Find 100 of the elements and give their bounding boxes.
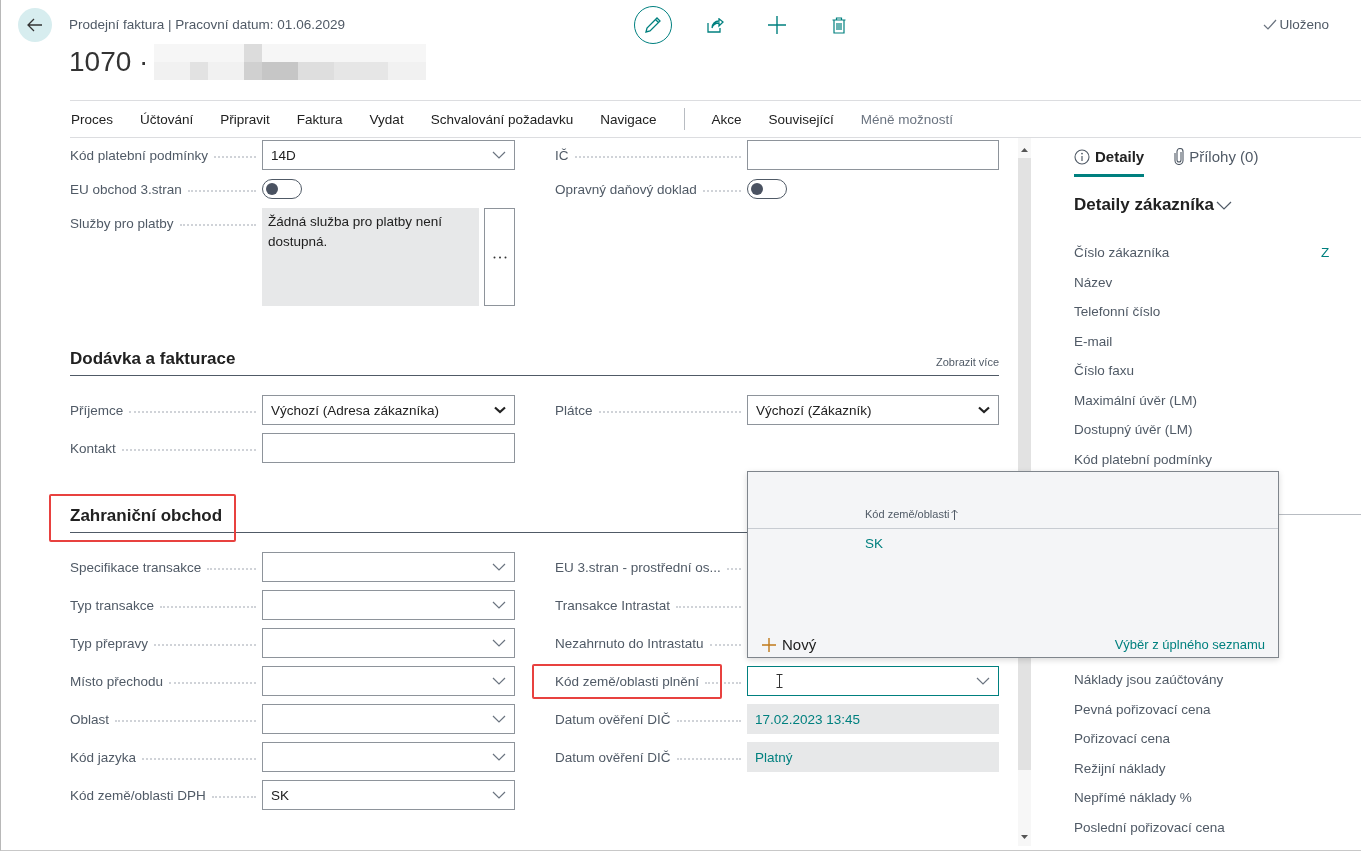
field-label: Nezahrnuto do Intrastatu <box>555 635 704 651</box>
chevron-down-icon <box>492 715 506 723</box>
action-menu-item[interactable]: Navigace <box>600 111 657 127</box>
dropdown-field[interactable]: 14D <box>262 140 515 170</box>
dropdown-field[interactable]: Výchozí (Adresa zákazníka) <box>262 395 515 425</box>
chevron-down-icon <box>492 601 506 609</box>
chevron-down-icon <box>492 151 506 159</box>
chevron-down-icon <box>492 791 506 799</box>
detail-label: Pevná pořizovací cena <box>1074 701 1212 717</box>
dropdown-field[interactable] <box>262 666 515 696</box>
detail-label: Název <box>1074 274 1114 290</box>
plus-icon <box>762 637 776 652</box>
detail-label: Náklady jsou zaúčtovány <box>1074 672 1225 688</box>
field-label: Datum ověření DIČ <box>555 711 671 727</box>
input-field[interactable] <box>747 140 999 170</box>
detail-label: Číslo faxu <box>1074 363 1136 379</box>
chevron-down-icon[interactable] <box>1215 200 1232 210</box>
section-title: Dodávka a fakturace <box>70 349 236 370</box>
field-label: Transakce Intrastat <box>555 597 671 613</box>
dropdown-field[interactable]: SK <box>262 780 515 810</box>
field-label: Kód země/oblasti DPH <box>70 787 206 803</box>
field-label: Oblast <box>70 711 110 727</box>
detail-label: E-mail <box>1074 333 1114 349</box>
record-title: 1070 · <box>69 46 149 78</box>
plus-icon <box>768 16 786 34</box>
field-label: Služby pro platby <box>70 215 174 231</box>
detail-label: Dostupný úvěr (LM) <box>1074 422 1194 438</box>
save-status: Uloženo <box>1279 17 1329 32</box>
field-label: Opravný daňový doklad <box>555 181 697 197</box>
input-field[interactable] <box>262 433 515 463</box>
detail-label: Kód platební podmínky <box>1074 451 1214 467</box>
chevron-down-icon <box>976 677 990 685</box>
chevron-down-icon <box>492 753 506 761</box>
column-header[interactable]: Kód země/oblasti <box>865 508 950 520</box>
detail-label: Poslední pořizovací cena <box>1074 819 1226 835</box>
readonly-field: 17.02.2023 13:45 <box>747 704 999 734</box>
factbox-tab[interactable]: Přílohy (0) <box>1174 148 1259 177</box>
action-menu-item[interactable]: Vydat <box>369 111 404 127</box>
share-icon <box>706 17 724 33</box>
detail-label: Režijní náklady <box>1074 760 1167 776</box>
detail-label: Číslo zákazníka <box>1074 245 1171 261</box>
new-button[interactable]: Nový <box>762 636 817 653</box>
share-button[interactable] <box>705 15 725 35</box>
more-button[interactable] <box>484 208 515 306</box>
text-cursor-icon <box>776 674 783 688</box>
chevron-down-icon <box>494 406 506 414</box>
edit-button[interactable] <box>634 6 672 44</box>
paperclip-icon <box>1174 148 1185 165</box>
dropdown-field[interactable] <box>262 704 515 734</box>
dropdown-field[interactable] <box>747 666 999 696</box>
checkmark-icon <box>1263 19 1278 30</box>
section-title: Zahraniční obchod <box>70 506 223 532</box>
dropdown-field[interactable]: Výchozí (Zákazník) <box>747 395 999 425</box>
memo-field: Žádná služba pro platby není dostupná. <box>262 208 479 306</box>
field-label: Plátce <box>555 402 593 418</box>
field-label: Typ přepravy <box>70 635 149 651</box>
dropdown-field[interactable] <box>262 552 515 582</box>
action-menu-item[interactable]: Účtování <box>140 111 194 127</box>
detail-label: Maximální úvěr (LM) <box>1074 392 1199 408</box>
chevron-down-icon <box>492 639 506 647</box>
readonly-field: Platný <box>747 742 999 772</box>
trash-icon <box>832 16 846 34</box>
info-icon <box>1074 148 1090 165</box>
field-label: EU 3.stran - prostřední os... <box>555 559 721 575</box>
field-label: Příjemce <box>70 402 124 418</box>
toggle-switch[interactable] <box>747 179 787 199</box>
factbox-heading: Detaily zákazníka <box>1074 195 1214 215</box>
toggle-switch[interactable] <box>262 179 302 199</box>
field-label: Specifikace transakce <box>70 559 202 575</box>
back-button[interactable] <box>18 8 52 42</box>
dropdown-field[interactable] <box>262 590 515 620</box>
detail-label: Telefonní číslo <box>1074 304 1162 320</box>
detail-label: Nepřímé náklady % <box>1074 790 1193 806</box>
detail-label: Pořizovací cena <box>1074 731 1172 747</box>
back-arrow-icon <box>27 18 43 32</box>
show-more-link[interactable]: Zobrazit více <box>936 356 999 375</box>
pencil-icon <box>644 16 662 34</box>
action-menu-item[interactable]: Schvalování požadavku <box>430 111 574 127</box>
factbox-tab[interactable]: Detaily <box>1074 148 1145 177</box>
add-button[interactable] <box>767 15 787 35</box>
action-menu-item[interactable]: Proces <box>71 111 114 127</box>
field-label: Kód jazyka <box>70 749 137 765</box>
field-label: Datum ověření DIČ <box>555 749 671 765</box>
more-icon <box>492 255 507 259</box>
field-label: Kód země/oblasti plnění <box>555 673 700 689</box>
field-label: IČ <box>555 147 569 163</box>
action-menu-item[interactable]: Související <box>768 111 834 127</box>
lookup-value[interactable]: SK <box>865 536 883 551</box>
dropdown-field[interactable] <box>262 742 515 772</box>
full-list-link[interactable]: Výběr z úplného seznamu <box>1114 637 1265 652</box>
detail-value[interactable]: Z <box>1321 245 1330 261</box>
action-menu-item[interactable]: Akce <box>711 111 742 127</box>
fewer-options-toggle[interactable]: Méně možností <box>860 111 954 127</box>
dropdown-field[interactable] <box>262 628 515 658</box>
field-label: Kontakt <box>70 440 116 456</box>
action-menu-item[interactable]: Faktura <box>296 111 343 127</box>
chevron-down-icon <box>492 677 506 685</box>
field-label: Typ transakce <box>70 597 155 613</box>
action-menu-item[interactable]: Připravit <box>220 111 270 127</box>
chevron-down-icon <box>492 563 506 571</box>
